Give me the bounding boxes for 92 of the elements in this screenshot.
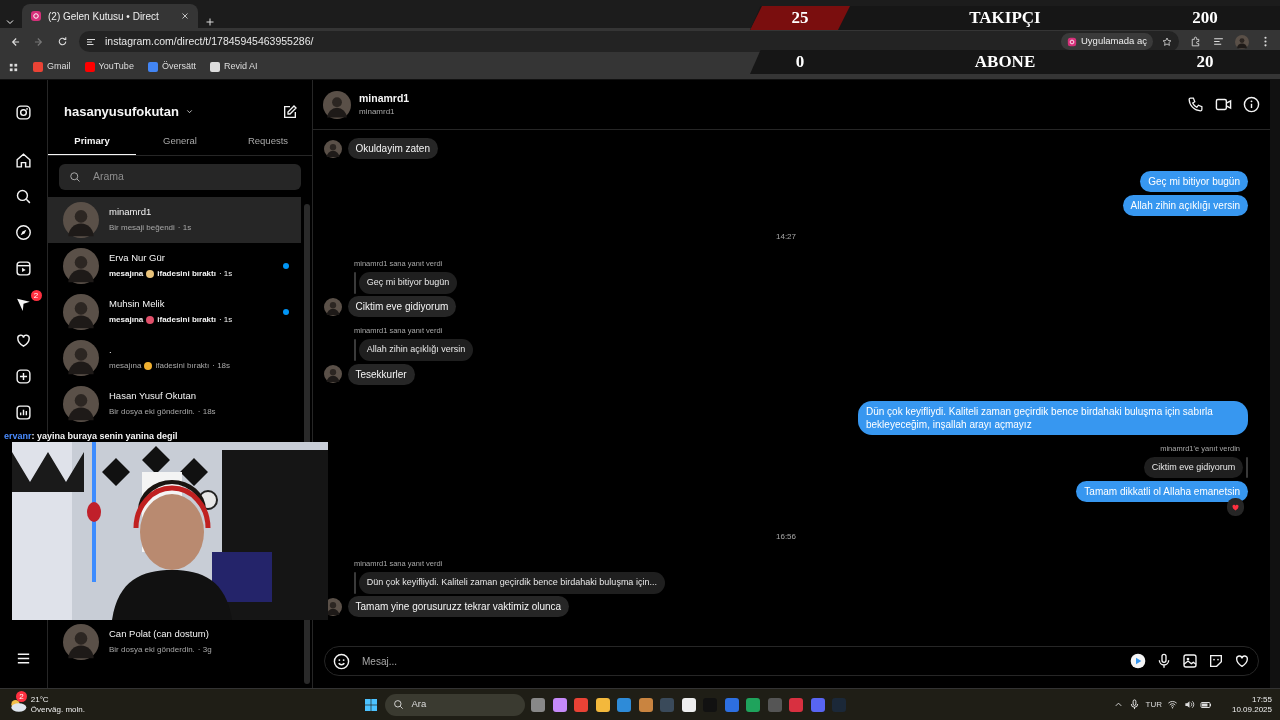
bookmark-icon	[209, 62, 220, 72]
instagram-icon	[1067, 36, 1077, 47]
conversation-item[interactable]: Muhsin Melik mesajına ifadesini bıraktı · 1s	[48, 288, 301, 335]
search-field[interactable]: Arama	[91, 167, 291, 186]
bookmark[interactable]: YouTube	[84, 60, 134, 74]
close-icon[interactable]	[180, 11, 190, 21]
timestamp: 16:56	[776, 531, 796, 543]
counter-bar: 25 TAKIPÇI 200	[750, 6, 1280, 30]
search-icon	[69, 170, 81, 183]
message-bubble: Tamam dikkatli ol Allaha emanetsin	[1076, 480, 1248, 502]
timestamp: 14:27	[776, 231, 796, 243]
language-indicator[interactable]: TUR	[1145, 698, 1162, 711]
avatar	[324, 365, 342, 383]
image-icon[interactable]	[1182, 653, 1198, 669]
info-icon[interactable]	[1243, 96, 1260, 113]
inbox-tab[interactable]: General	[136, 127, 224, 155]
app-icon[interactable]	[594, 696, 611, 713]
account-switcher[interactable]: hasanyusufokutan	[64, 102, 194, 122]
avatar	[323, 90, 351, 119]
bookmark[interactable]: Revid AI	[209, 60, 258, 74]
message-bubble: Geç mi bitiyor bugün	[1140, 171, 1248, 192]
heart-icon[interactable]	[1234, 653, 1250, 669]
bookmark[interactable]: Översätt	[147, 60, 196, 74]
avatar	[324, 297, 342, 316]
clock[interactable]: 17:55 10.09.2025	[1231, 694, 1272, 715]
instagram-icon	[30, 10, 42, 22]
profile-avatar	[1235, 34, 1249, 49]
inbox-tab[interactable]: Primary	[48, 127, 136, 155]
quoted-message: Ciktim eve gidiyorum	[1143, 456, 1244, 478]
create-icon[interactable]	[13, 366, 34, 386]
quoted-message: Geç mi bitiyor bugün	[358, 272, 458, 294]
avatar	[63, 339, 99, 376]
contact-username: minamrd1	[359, 106, 396, 119]
sticker-icon[interactable]	[1208, 653, 1224, 669]
avatar	[63, 247, 99, 284]
quoted-message: Allah zihin açıklığı versin	[358, 339, 474, 361]
message-bubble: Tamam yine gorusuruzz tekrar vaktimiz olunca	[347, 596, 570, 618]
wifi-icon[interactable]	[1167, 699, 1179, 710]
open-in-app-button[interactable]: Uygulamada aç	[1061, 33, 1153, 50]
app-icon[interactable]	[680, 696, 697, 713]
home-icon[interactable]	[13, 150, 34, 170]
message-field[interactable]: Mesaj...	[360, 652, 1120, 670]
microphone-icon[interactable]	[1129, 699, 1140, 710]
instagram-icon[interactable]	[13, 102, 34, 122]
avatar	[63, 201, 99, 238]
quoted-message: Dün çok keyifliydi. Kaliteli zaman geçirdik bence birdahaki buluşma için...	[358, 572, 665, 594]
start-icon[interactable]	[363, 696, 379, 713]
bookmark[interactable]: Gmail	[33, 60, 71, 74]
star-icon[interactable]	[1161, 35, 1173, 48]
bookmark-icon	[147, 62, 158, 72]
counter-bar: 0 ABONE 20	[750, 50, 1280, 74]
address-bar[interactable]: instagram.com/direct/t/17845945463955286/ Uygulamada aç	[79, 31, 1179, 52]
conversation-item[interactable]: . mesajına ifadesini bıraktı · 18s	[48, 334, 301, 381]
media-icon[interactable]	[1212, 35, 1225, 48]
inbox-tab[interactable]: Requests	[224, 127, 312, 155]
avatar	[63, 385, 99, 422]
search-icon	[392, 699, 404, 710]
compass-icon[interactable]	[13, 222, 34, 242]
play-icon[interactable]	[1130, 653, 1146, 669]
avatar	[63, 293, 99, 330]
bookmark-icon	[84, 62, 95, 72]
app-icon[interactable]	[551, 696, 568, 713]
avatar	[324, 139, 342, 158]
message-bubble: Allah zihin açıklığı versin	[1122, 195, 1248, 216]
phone-icon[interactable]	[1187, 96, 1204, 113]
compose-icon[interactable]	[282, 103, 298, 120]
conversation-item[interactable]: Erva Nur Gür mesajına ifadesini bıraktı · 1s	[48, 242, 301, 289]
video-call-icon[interactable]	[1215, 96, 1232, 113]
stream-chat-message: ervanr: yayina buraya senin yanina degil	[4, 430, 178, 443]
reload-icon[interactable]	[56, 35, 69, 48]
contact-name[interactable]: minamrd1	[359, 90, 410, 107]
search-bar[interactable]: Arama	[59, 163, 301, 190]
microphone-icon[interactable]	[1156, 653, 1172, 669]
message-bubble: Tesekkurler	[347, 363, 415, 385]
extensions-icon[interactable]	[1189, 35, 1202, 48]
notification-badge: 2	[30, 290, 42, 301]
avatar	[63, 623, 99, 660]
message-bubble: Ciktim eve gidiyorum	[347, 296, 457, 318]
taskbar-search[interactable]: Ara	[384, 693, 525, 716]
apps-icon[interactable]	[8, 61, 19, 73]
notification-badge: 2	[16, 690, 27, 702]
browser-tab[interactable]: (2) Gelen Kutusu • Direct	[22, 4, 198, 28]
conversation-item[interactable]: minamrd1 Bir mesaji beğendi · 1s	[48, 196, 301, 243]
chart-icon[interactable]	[13, 402, 34, 422]
message-bubble: Okuldayim zaten	[347, 138, 438, 159]
new-tab-icon[interactable]	[204, 16, 216, 28]
speaker-icon[interactable]	[1183, 699, 1195, 710]
conversation-item[interactable]: Hasan Yusuf Okutan Bir dosya eki gönderdin. · 18s	[48, 380, 301, 427]
message-bubble: Dün çok keyifliydi. Kaliteli zaman geçirdik bence birdahaki buluşma için sabırla bekleyeceğim, inşallah arayı açmayız	[858, 400, 1248, 435]
reels-icon[interactable]	[13, 258, 34, 278]
emoji-icon[interactable]	[333, 652, 350, 670]
bookmark-icon	[33, 62, 43, 72]
